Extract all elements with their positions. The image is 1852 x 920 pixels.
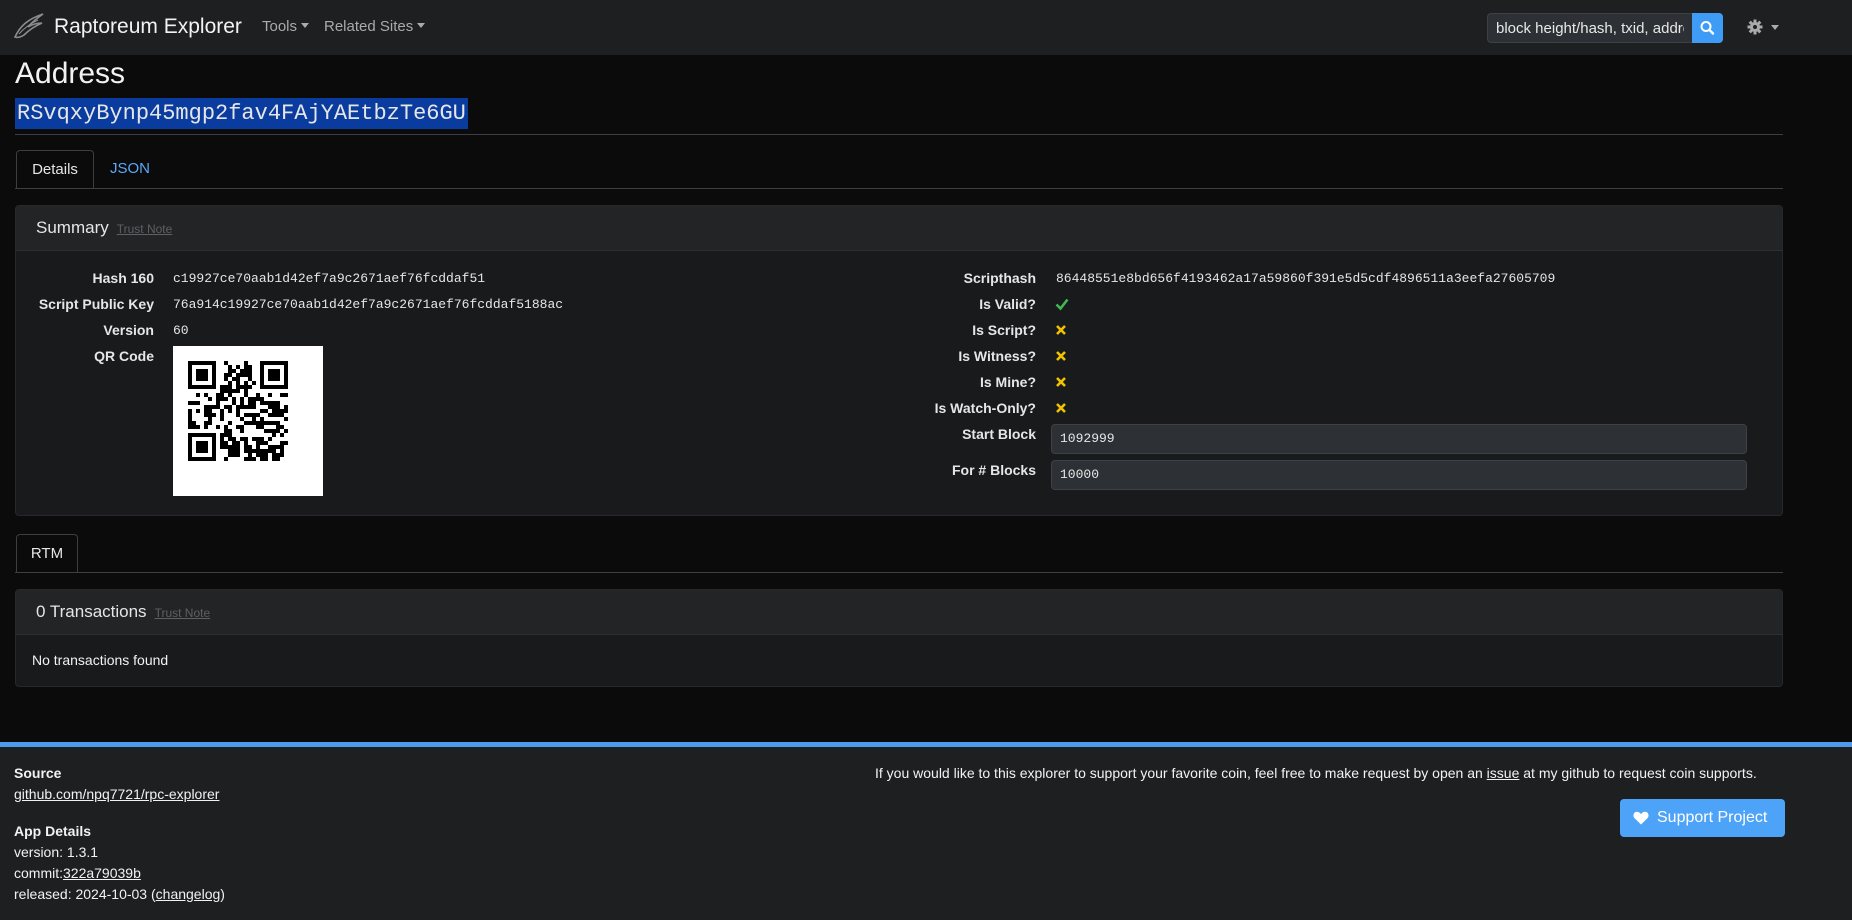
app-version: version: 1.3.1 [14,844,99,860]
settings-menu[interactable] [1745,16,1785,38]
version-value: 60 [173,323,189,338]
search-icon [1700,21,1715,35]
transactions-title: 0 Transactions [36,602,147,621]
is-mine-label: Is Mine? [979,374,1036,390]
changelog-link[interactable]: changelog [156,886,221,902]
tools-menu-label: Tools [262,18,298,35]
search-input[interactable] [1487,13,1693,43]
x-icon [1056,325,1066,335]
hash160-value: c19927ce70aab1d42ef7a9c2671aef76fcddaf51 [173,271,486,286]
search-button[interactable] [1692,13,1723,43]
heart-icon [1633,811,1649,825]
commit-link[interactable]: 322a79039b [63,865,141,881]
released-suffix: ) [220,886,225,902]
issue-link[interactable]: issue [1487,765,1520,781]
request-text-after: at my github to request coin supports. [1519,765,1757,781]
qr-code-icon [188,361,288,461]
chevron-down-icon [301,23,310,28]
version-label: Version [103,322,154,338]
coin-tab-divider [15,572,1783,573]
for-blocks-input[interactable]: 10000 [1051,460,1747,490]
trust-note-link[interactable]: Trust Note [155,606,211,620]
script-public-key-value: 76a914c19927ce70aab1d42ef7a9c2671aef76fc… [173,297,564,312]
scripthash-value: 86448551e8bd656f4193462a17a59860f391e5d5… [1056,271,1556,286]
check-icon [1055,298,1069,311]
hash160-label: Hash 160 [92,270,154,286]
chevron-down-icon [417,23,426,28]
summary-heading: Summary Trust Note [36,218,172,238]
is-witness-label: Is Witness? [958,348,1036,364]
support-project-button[interactable]: Support Project [1620,799,1785,837]
app-details-heading: App Details [14,823,92,839]
source-heading: Source [14,765,62,781]
commit-prefix: commit: [14,865,63,881]
tabs-divider [15,188,1783,189]
gear-icon [1747,19,1779,35]
x-icon [1056,351,1066,361]
page-title: Address [15,57,126,90]
transactions-card-header: 0 Transactions Trust Note [16,590,1782,635]
qr-code-image [173,346,323,496]
app-commit: commit:322a79039b [14,865,141,881]
top-navbar: Raptoreum Explorer Tools Related Sites [0,0,1852,55]
source-link-wrapper: github.com/npq7721/rpc-explorer [14,786,219,802]
is-valid-label: Is Valid? [979,296,1036,312]
tools-menu[interactable]: Tools [262,18,310,35]
transactions-card: 0 Transactions Trust Note No transactions… [15,589,1783,687]
start-block-input[interactable]: 1092999 [1051,424,1747,454]
related-sites-menu-label: Related Sites [324,18,414,35]
raptor-logo-icon[interactable] [12,12,46,42]
for-blocks-label: For # Blocks [951,462,1036,478]
tab-details[interactable]: Details [16,150,94,189]
is-script-label: Is Script? [972,322,1036,338]
app-released: released: 2024-10-03 (changelog) [14,886,225,902]
address-value[interactable]: RSvqxyBynp45mgp2fav4FAjYAEtbzTe6GU [15,98,468,129]
tab-rtm[interactable]: RTM [16,534,78,573]
transactions-heading: 0 Transactions Trust Note [36,602,210,622]
x-icon [1056,403,1066,413]
request-text-before: If you would like to this explorer to su… [875,765,1487,781]
start-block-label: Start Block [962,426,1036,442]
summary-card-header: Summary Trust Note [16,206,1782,251]
support-project-label: Support Project [1657,809,1768,826]
x-icon [1056,377,1066,387]
scripthash-label: Scripthash [963,270,1036,286]
qr-code-label: QR Code [94,348,154,364]
source-link[interactable]: github.com/npq7721/rpc-explorer [14,786,219,802]
script-public-key-label: Script Public Key [38,296,154,312]
related-sites-menu[interactable]: Related Sites [324,18,426,35]
is-watch-only-label: Is Watch-Only? [934,400,1036,416]
trust-note-link[interactable]: Trust Note [117,222,173,236]
no-transactions-message: No transactions found [32,652,169,668]
summary-title: Summary [36,218,109,237]
brand-name[interactable]: Raptoreum Explorer [54,15,242,39]
tab-json[interactable]: JSON [110,160,150,177]
header-divider [15,134,1783,135]
coin-request-text: If you would like to this explorer to su… [875,765,1757,781]
released-prefix: released: 2024-10-03 ( [14,886,156,902]
